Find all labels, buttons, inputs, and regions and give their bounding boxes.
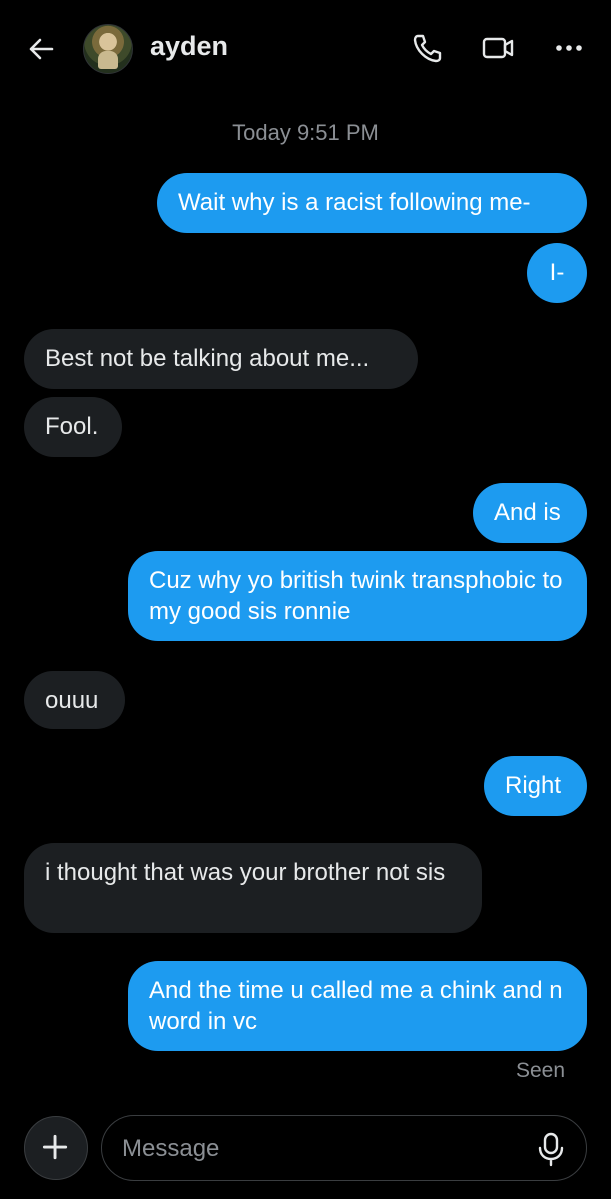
message-input-container[interactable] (101, 1115, 587, 1181)
message-outgoing[interactable]: Wait why is a racist following me- (157, 173, 587, 233)
conversation-timestamp: Today 9:51 PM (232, 120, 379, 145)
contact-name[interactable]: ayden (150, 31, 228, 62)
message-incoming[interactable]: Best not be talking about me... (24, 329, 418, 389)
message-outgoing[interactable]: Cuz why yo british twink transphobic to … (128, 551, 587, 641)
avatar[interactable] (83, 24, 133, 74)
phone-icon[interactable] (409, 30, 445, 66)
add-attachment-button[interactable] (24, 1116, 88, 1180)
message-outgoing[interactable]: I- (527, 243, 587, 303)
plus-icon (42, 1134, 68, 1160)
back-arrow-icon[interactable] (26, 34, 56, 64)
message-outgoing[interactable]: And is (473, 483, 587, 543)
microphone-icon[interactable] (534, 1131, 568, 1167)
message-incoming[interactable]: i thought that was your brother not sis (24, 843, 482, 933)
video-icon[interactable] (480, 30, 516, 66)
more-icon[interactable] (551, 30, 587, 66)
message-incoming[interactable]: ouuu (24, 671, 125, 729)
conversation-header: ayden (0, 0, 611, 96)
message-outgoing[interactable]: Right (484, 756, 587, 816)
seen-indicator: Seen (515, 1059, 565, 1082)
message-composer (0, 1108, 611, 1199)
message-outgoing[interactable]: And the time u called me a chink and n w… (128, 961, 587, 1051)
message-input[interactable] (120, 1130, 524, 1168)
message-incoming[interactable]: Fool. (24, 397, 122, 457)
